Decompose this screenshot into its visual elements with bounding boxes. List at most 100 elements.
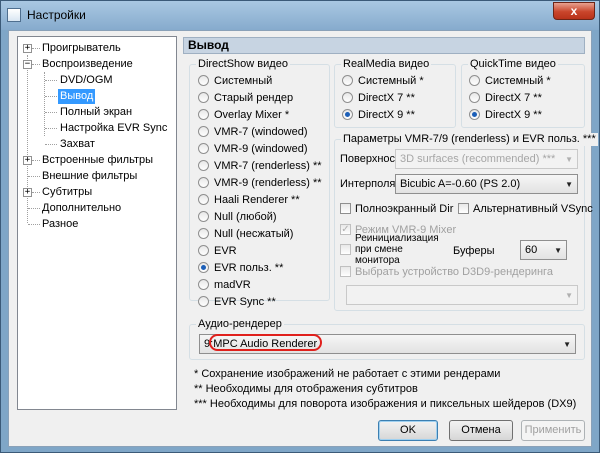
- buffers-select[interactable]: 60 ▼: [520, 240, 567, 260]
- check-icon: ✓: [340, 224, 351, 235]
- radio-circle: [198, 126, 209, 137]
- tree-line: [45, 112, 57, 113]
- tree-item-advanced[interactable]: Дополнительно: [42, 201, 121, 216]
- directshow-group-label: DirectShow видео: [196, 58, 290, 71]
- tree-item-misc[interactable]: Разное: [42, 217, 78, 232]
- tree-item-fullscreen[interactable]: Полный экран: [60, 105, 132, 120]
- radio-label: DirectX 7 **: [485, 92, 542, 104]
- checkbox-label: Выбрать устройство D3D9-рендеринга: [355, 266, 553, 278]
- tree-item-evr-sync[interactable]: Настройка EVR Sync: [60, 121, 167, 136]
- tree-line: [32, 192, 40, 193]
- radio-label: Системный *: [485, 75, 551, 87]
- tree-line: [28, 224, 40, 225]
- radio-label: VMR-9 (windowed): [214, 143, 308, 155]
- reinit-label: Реинициализация при смене монитора: [355, 233, 439, 266]
- checkbox-box: [458, 203, 469, 214]
- radio-label: VMR-9 (renderless) **: [214, 177, 322, 189]
- tree-line: [45, 144, 57, 145]
- close-button[interactable]: x: [553, 2, 595, 20]
- interp-label: Интерполя: [340, 178, 396, 190]
- expand-plus-icon[interactable]: +: [23, 188, 32, 197]
- vmr-params-group: Параметры VMR-7/9 (renderless) и EVR пол…: [334, 133, 598, 311]
- chevron-down-icon: ▼: [565, 180, 573, 189]
- radio-circle: [198, 75, 209, 86]
- tree-item-internal-filters[interactable]: Встроенные фильтры: [42, 153, 153, 168]
- radio-circle: [469, 75, 480, 86]
- expand-plus-icon[interactable]: +: [23, 44, 32, 53]
- collapse-minus-icon[interactable]: −: [23, 60, 32, 69]
- settings-tree[interactable]: + Проигрыватель − Воспроизведение DVD/OG…: [17, 36, 177, 410]
- radio-circle: [342, 75, 353, 86]
- radio-circle: [469, 92, 480, 103]
- radio-label: EVR: [214, 245, 237, 257]
- radio-circle: [198, 245, 209, 256]
- audio-prefix: 9:: [204, 338, 214, 350]
- ok-button[interactable]: OK: [378, 420, 438, 441]
- tree-line: [32, 160, 40, 161]
- radio-label: Системный: [214, 75, 273, 87]
- radio-label: Системный *: [358, 75, 424, 87]
- chevron-down-icon: ▼: [563, 340, 571, 349]
- radio-label: Null (любой): [214, 211, 277, 223]
- tree-line: [44, 72, 45, 136]
- expand-plus-icon[interactable]: +: [23, 156, 32, 165]
- chevron-down-icon: ▼: [554, 246, 562, 255]
- tree-item-capture[interactable]: Захват: [60, 137, 95, 152]
- settings-window: Настройки x + Проигрыватель − Воспроизве…: [0, 0, 600, 453]
- checkbox-box: [340, 266, 351, 277]
- tree-item-playback[interactable]: Воспроизведение: [42, 57, 133, 72]
- radio-circle: [198, 211, 209, 222]
- radio-circle: [198, 177, 209, 188]
- tree-line: [28, 208, 40, 209]
- radio-circle: [342, 92, 353, 103]
- tree-line: [45, 80, 57, 81]
- note-1: * Сохранение изображений не работает с э…: [194, 368, 501, 380]
- radio-label: EVR польз. **: [214, 262, 284, 274]
- interp-select[interactable]: Bicubic A=-0.60 (PS 2.0) ▼: [395, 174, 578, 194]
- quicktime-group: QuickTime видео Системный * DirectX 7 **…: [461, 58, 585, 128]
- radio-circle: [198, 109, 209, 120]
- radio-label: Старый рендер: [214, 92, 294, 104]
- buffers-value: 60: [525, 244, 538, 256]
- radio-circle: [198, 228, 209, 239]
- note-3: *** Необходимы для поворота изображения …: [194, 398, 577, 410]
- apply-button[interactable]: Применить: [521, 420, 585, 441]
- audio-renderer-group-label: Аудио-рендерер: [196, 318, 284, 331]
- radio-circle: [469, 109, 480, 120]
- tree-line: [32, 64, 40, 65]
- chevron-down-icon: ▼: [565, 291, 573, 300]
- d3d9-device-select[interactable]: ▼: [346, 285, 578, 305]
- cancel-button[interactable]: Отмена: [449, 420, 513, 441]
- radio-circle: [342, 109, 353, 120]
- realmedia-group: RealMedia видео Системный * DirectX 7 **…: [334, 58, 456, 128]
- radio-label: VMR-7 (windowed): [214, 126, 308, 138]
- tree-item-external-filters[interactable]: Внешние фильтры: [42, 169, 137, 184]
- tree-item-output[interactable]: Вывод: [58, 89, 96, 104]
- audio-renderer-select[interactable]: 9:MPC Audio Renderer ▼: [199, 334, 576, 354]
- surface-select[interactable]: 3D surfaces (recommended) *** ▼: [395, 149, 578, 169]
- checkbox-box: [340, 203, 351, 214]
- vmr-params-group-label: Параметры VMR-7/9 (renderless) и EVR пол…: [341, 133, 598, 146]
- radio-label: VMR-7 (renderless) **: [214, 160, 322, 172]
- tree-line: [28, 176, 40, 177]
- close-icon: x: [570, 4, 578, 18]
- audio-value: MPC Audio Renderer: [213, 338, 318, 350]
- title-bar[interactable]: Настройки x: [1, 1, 599, 30]
- audio-renderer-group: Аудио-рендерер 9:MPC Audio Renderer ▼: [189, 318, 585, 360]
- checkbox-label: Альтернативный VSync: [473, 203, 593, 215]
- radio-label: Overlay Mixer *: [214, 109, 290, 121]
- radio-label: EVR Sync **: [214, 296, 276, 308]
- radio-circle: [198, 262, 209, 273]
- tree-line: [27, 55, 28, 223]
- tree-item-subtitles[interactable]: Субтитры: [42, 185, 92, 200]
- buffers-label: Буферы: [453, 245, 495, 257]
- quicktime-group-label: QuickTime видео: [468, 58, 558, 71]
- window-title: Настройки: [27, 8, 86, 22]
- tree-item-player[interactable]: Проигрыватель: [42, 41, 121, 56]
- tree-item-dvd-ogm[interactable]: DVD/OGM: [60, 73, 113, 88]
- interp-value: Bicubic A=-0.60 (PS 2.0): [400, 178, 521, 190]
- radio-circle: [198, 143, 209, 154]
- directshow-group: DirectShow видео Системный Старый рендер…: [189, 58, 330, 308]
- radio-circle: [198, 279, 209, 290]
- chevron-down-icon: ▼: [565, 155, 573, 164]
